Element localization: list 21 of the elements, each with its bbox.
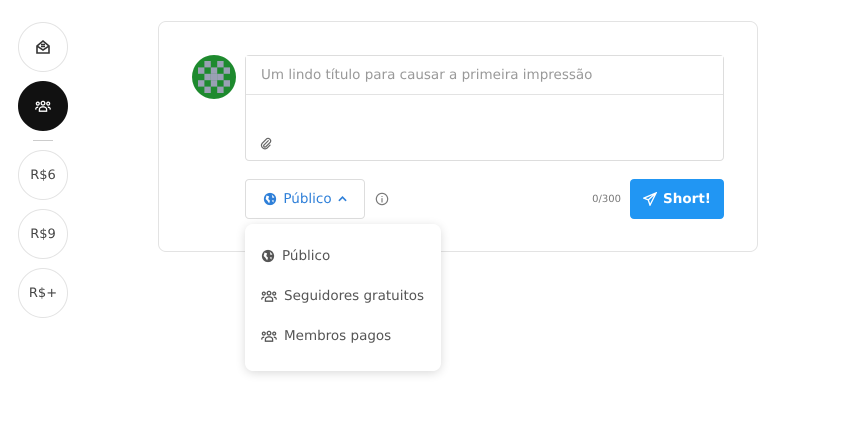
paperclip-icon[interactable]: [259, 136, 273, 150]
menu-item[interactable]: Membros pagos: [261, 318, 441, 354]
send-icon: [643, 192, 658, 206]
globe-icon: [261, 249, 275, 263]
globe-icon: [263, 192, 278, 206]
envelope-icon: [35, 39, 51, 55]
menu-item[interactable]: Público: [261, 238, 441, 274]
character-counter: 0/300: [592, 194, 621, 204]
post-editor[interactable]: Um lindo título para causar a primeira impressão: [245, 55, 724, 161]
sidebar-button[interactable]: [18, 81, 68, 131]
plan-button[interactable]: R$+: [18, 268, 68, 318]
plan-button[interactable]: R$6: [18, 150, 68, 200]
info-icon[interactable]: [375, 192, 389, 206]
group-icon: [35, 100, 51, 112]
visibility-dropdown[interactable]: Público: [245, 179, 365, 219]
plan-button[interactable]: R$9: [18, 209, 68, 259]
menu-item[interactable]: Seguidores gratuitos: [261, 278, 441, 314]
group-icon: [261, 290, 277, 302]
avatar: [192, 55, 236, 99]
group-icon: [261, 330, 277, 342]
caret-icon: [338, 196, 347, 202]
